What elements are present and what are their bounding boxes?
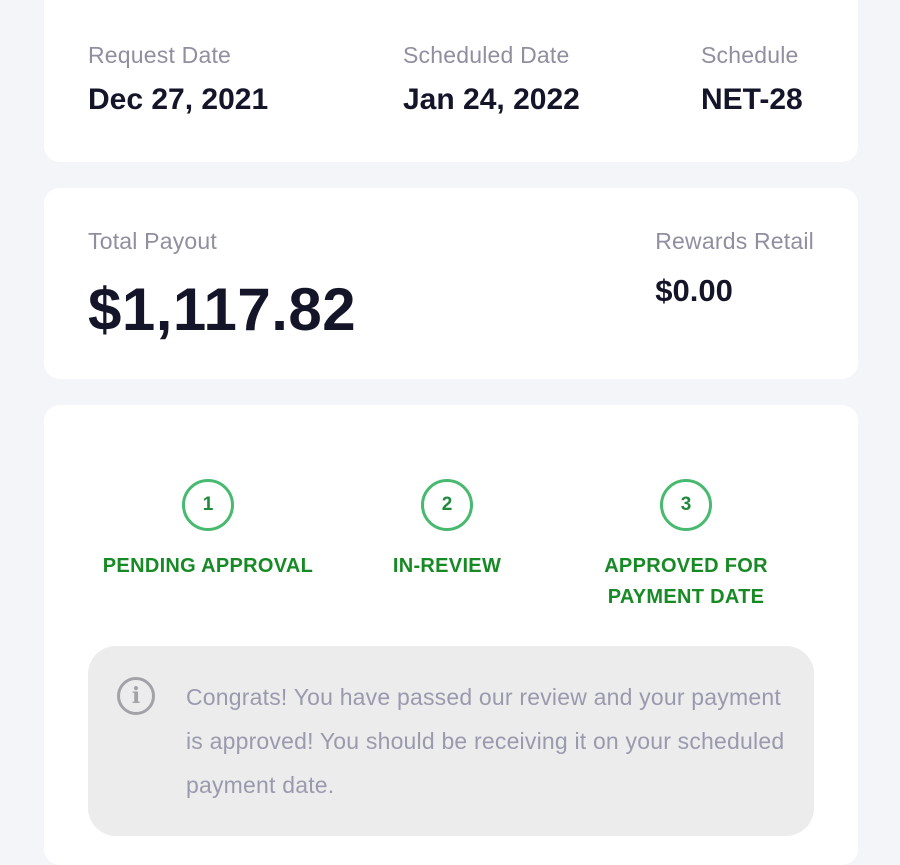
scheduled-date-group: Scheduled Date Jan 24, 2022 [403, 42, 580, 117]
step-label: IN-REVIEW [392, 555, 502, 577]
request-date-value: Dec 27, 2021 [88, 83, 269, 116]
request-date-group: Request Date Dec 27, 2021 [88, 42, 268, 117]
step-pending-approval: 1 PENDING APPROVAL [88, 479, 328, 582]
step-in-review: 2 IN-REVIEW [327, 479, 567, 582]
total-payout-value: $1,117.82 [88, 276, 357, 343]
step-label: PENDING APPROVAL [102, 555, 314, 577]
step-number-circle: 1 [182, 479, 234, 531]
step-number-circle: 3 [660, 479, 712, 531]
step-label: APPROVED FOR PAYMENT DATE [604, 555, 768, 608]
info-message-text: Congrats! You have passed our review and… [186, 684, 785, 798]
step-approved-for-payment: 3 APPROVED FOR PAYMENT DATE [566, 479, 806, 613]
step-number-circle: 2 [421, 479, 473, 531]
total-payout-label: Total Payout [88, 228, 217, 254]
rewards-retail-label: Rewards Retail [655, 228, 814, 254]
info-icon: i [117, 677, 155, 715]
total-payout-group: Total Payout $1,117.82 [88, 228, 356, 344]
dates-card: Request Date Dec 27, 2021 Scheduled Date… [44, 0, 858, 162]
scheduled-date-value: Jan 24, 2022 [403, 83, 580, 116]
scheduled-date-label: Scheduled Date [403, 42, 570, 68]
schedule-value: NET-28 [701, 83, 803, 116]
payout-card: Total Payout $1,117.82 Rewards Retail $0… [44, 188, 858, 379]
request-date-label: Request Date [88, 42, 232, 68]
info-message-box: i Congrats! You have passed our review a… [88, 646, 814, 836]
status-card: 1 PENDING APPROVAL 2 IN-REVIEW 3 APPROVE… [44, 405, 858, 865]
schedule-label: Schedule [701, 42, 799, 68]
rewards-retail-group: Rewards Retail $0.00 [655, 228, 814, 309]
rewards-retail-value: $0.00 [655, 273, 733, 308]
schedule-group: Schedule NET-28 [701, 42, 803, 117]
